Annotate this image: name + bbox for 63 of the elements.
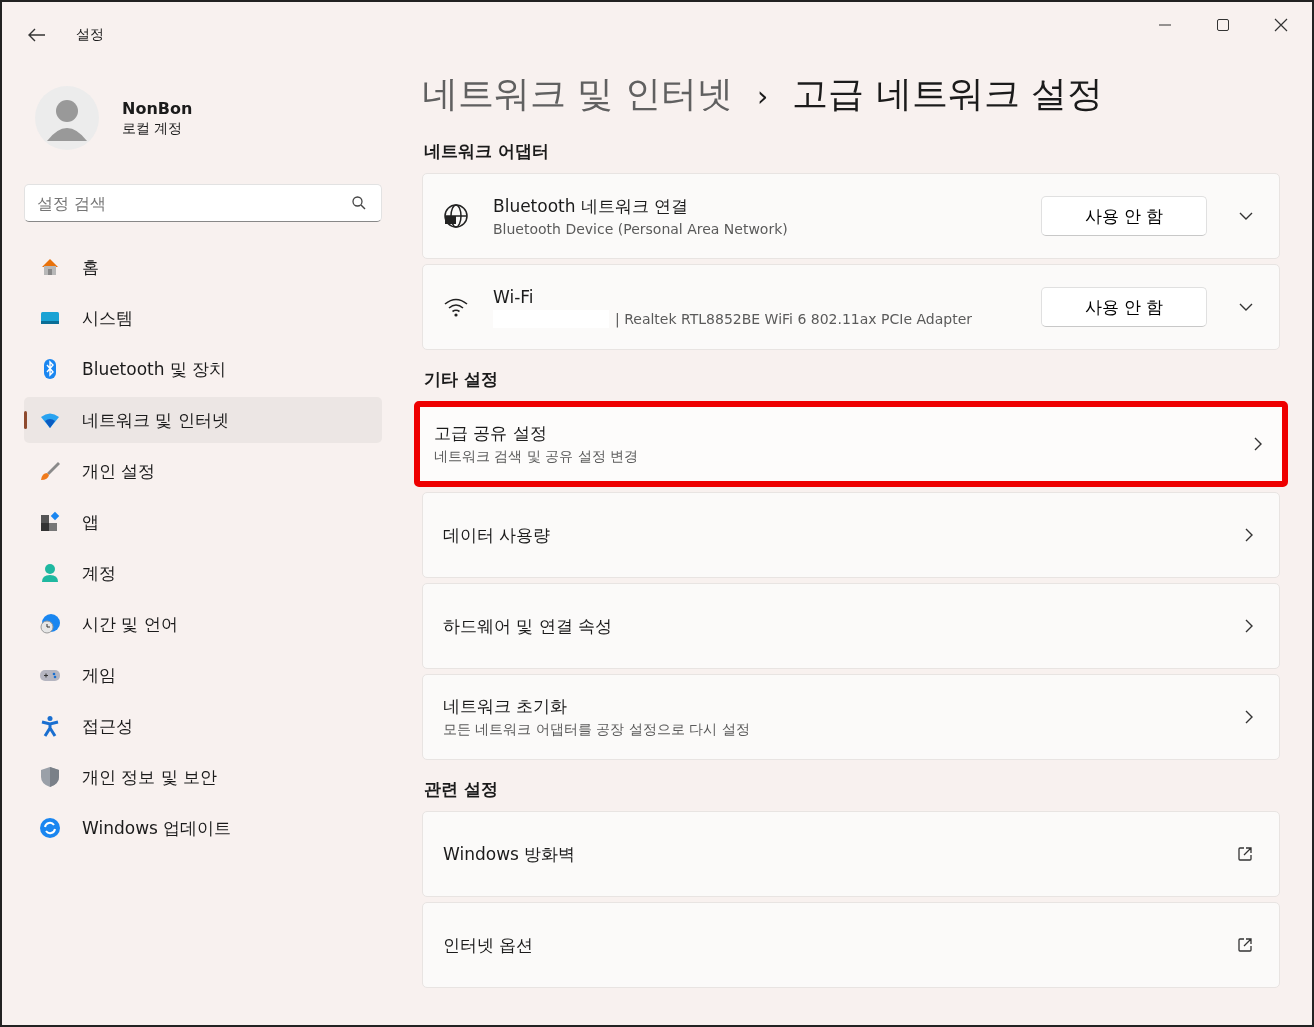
card-title: Wi-Fi	[493, 286, 535, 307]
sidebar-item[interactable]: Windows 업데이트	[24, 805, 382, 851]
card-title: Windows 방화벽	[443, 842, 577, 866]
section-heading: 관련 설정	[424, 778, 499, 801]
sidebar-item[interactable]: 앱	[24, 499, 382, 545]
breadcrumb-parent[interactable]: 네트워크 및 인터넷	[422, 70, 733, 119]
category-icon	[38, 612, 62, 636]
maximize-icon[interactable]	[1216, 18, 1230, 32]
card-description: 모든 네트워크 어댑터를 공장 설정으로 다시 설정	[443, 721, 750, 739]
wifi-icon	[443, 296, 469, 318]
chevron-right-icon	[1245, 710, 1253, 724]
card-title: 고급 공유 설정	[434, 422, 548, 445]
sidebar-item[interactable]: 시스템	[24, 295, 382, 341]
card-title: 네트워크 초기화	[443, 695, 569, 718]
settings-card[interactable]: 네트워크 초기화 모든 네트워크 어댑터를 공장 설정으로 다시 설정	[422, 674, 1280, 760]
settings-card[interactable]: Windows 방화벽	[422, 811, 1280, 897]
sidebar-item[interactable]: 게임	[24, 652, 382, 698]
category-icon	[38, 459, 62, 483]
disable-button[interactable]: 사용 안 함	[1041, 196, 1207, 236]
card-description: | Realtek RTL8852BE WiFi 6 802.11ax PCIe Adapter	[615, 310, 972, 327]
sidebar-item[interactable]: 시간 및 언어	[24, 601, 382, 647]
settings-card[interactable]: Bluetooth 네트워크 연결 Bluetooth Device (Personal Area Network) 사용 안 함	[422, 173, 1280, 259]
window-title: 설정	[76, 26, 104, 44]
card-title: Bluetooth 네트워크 연결	[493, 195, 690, 218]
external-link-icon	[1237, 846, 1253, 862]
category-icon	[38, 816, 62, 840]
section-heading: 네트워크 어댑터	[424, 140, 550, 163]
breadcrumb-separator: ›	[756, 80, 769, 113]
category-icon	[38, 765, 62, 789]
card-title: 인터넷 옵션	[443, 933, 535, 957]
chevron-right-icon	[1245, 619, 1253, 633]
sidebar-item[interactable]: 네트워크 및 인터넷	[24, 397, 382, 443]
close-icon[interactable]	[1274, 18, 1288, 32]
settings-card[interactable]: 하드웨어 및 연결 속성	[422, 583, 1280, 669]
chevron-down-icon[interactable]	[1239, 212, 1253, 220]
account-type: 로컬 계정	[122, 119, 184, 138]
page-title: 고급 네트워크 설정	[792, 72, 1103, 116]
chevron-right-icon	[1254, 437, 1262, 451]
search-icon	[352, 196, 366, 210]
avatar-icon	[34, 85, 100, 151]
sidebar-item[interactable]: 개인 정보 및 보안	[24, 754, 382, 800]
settings-card[interactable]: 인터넷 옵션	[422, 902, 1280, 988]
sidebar-item[interactable]: 계정	[24, 550, 382, 596]
card-title: 하드웨어 및 연결 속성	[443, 614, 614, 638]
sidebar-item[interactable]: 접근성	[24, 703, 382, 749]
back-arrow-icon[interactable]	[28, 28, 46, 42]
external-link-icon	[1237, 937, 1253, 953]
disable-button[interactable]: 사용 안 함	[1041, 287, 1207, 327]
chevron-down-icon[interactable]	[1239, 303, 1253, 311]
card-title: 데이터 사용량	[443, 523, 552, 547]
user-name: NonBon	[122, 98, 193, 118]
settings-card[interactable]: 데이터 사용량	[422, 492, 1280, 578]
sidebar-item[interactable]: 개인 설정	[24, 448, 382, 494]
settings-card[interactable]: 고급 공유 설정 네트워크 검색 및 공유 설정 변경	[414, 401, 1288, 487]
category-icon	[38, 510, 62, 534]
sidebar-item[interactable]: 홈	[24, 244, 382, 290]
section-heading: 기타 설정	[424, 368, 499, 391]
card-description: 네트워크 검색 및 공유 설정 변경	[434, 448, 639, 466]
chevron-right-icon	[1245, 528, 1253, 542]
card-description: Bluetooth Device (Personal Area Network)	[493, 221, 788, 237]
globe-icon	[443, 203, 469, 229]
sidebar-item[interactable]: Bluetooth 및 장치	[24, 346, 382, 392]
search-field[interactable]: 설정 검색	[24, 184, 382, 222]
